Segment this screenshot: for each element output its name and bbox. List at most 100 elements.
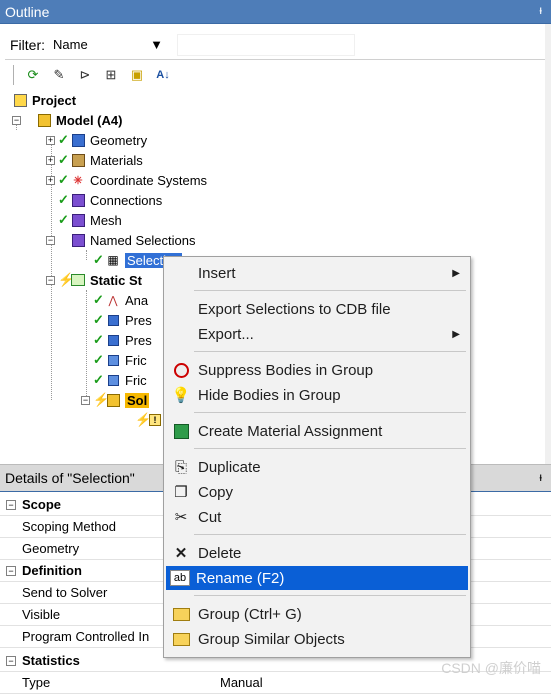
tree-item-analysis-settings[interactable]: ✓ ⋀ Ana [93, 290, 148, 310]
sort-icon[interactable]: A↓ [153, 65, 173, 85]
outline-panel-header: Outline ᵻ [0, 0, 551, 24]
tree-item-frictionless-2[interactable]: ✓ Fric [93, 370, 147, 390]
checkmark-icon: ✓ [93, 332, 104, 347]
menu-item-label: Cut [198, 508, 222, 526]
suppress-icon [170, 360, 192, 380]
checkmark-icon: ✓ [58, 212, 69, 227]
scissors-icon: ✂ [174, 509, 188, 526]
menu-item-create-material-assignment[interactable]: Create Material Assignment [166, 419, 468, 443]
folder-icon[interactable]: ▣ [127, 65, 147, 85]
tree-item-pressure-2[interactable]: ✓ Pres [93, 330, 152, 350]
menu-separator [194, 448, 466, 449]
menu-item-insert[interactable]: Insert ▶ [166, 261, 468, 285]
menu-item-label: Insert [198, 264, 236, 282]
lightning-icon: ⚡ [135, 412, 152, 427]
checkmark-icon: ✓ [93, 252, 104, 267]
details-row-label: Type [22, 675, 51, 690]
menu-item-label: Copy [198, 483, 234, 501]
tree-item-model[interactable]: − Model (A4) [12, 110, 122, 130]
tree-icon[interactable]: ⊳ [75, 65, 95, 85]
wand-icon[interactable]: ✎ [49, 65, 69, 85]
materials-icon [70, 152, 86, 168]
tree-item-pressure-1[interactable]: ✓ Pres [93, 310, 152, 330]
tree-item-frictionless-1[interactable]: ✓ Fric [93, 350, 147, 370]
collapse-icon[interactable]: − [6, 499, 16, 510]
material-assignment-icon [170, 421, 192, 441]
menu-separator [194, 351, 466, 352]
filter-bar: Filter: Name ▼ [5, 30, 545, 60]
expand-icon[interactable]: + [46, 135, 55, 145]
menu-item-export-cdb[interactable]: Export Selections to CDB file [166, 297, 468, 321]
menu-item-group-similar[interactable]: Group Similar Objects [166, 627, 468, 651]
support-icon [105, 352, 121, 368]
geometry-icon [70, 132, 86, 148]
menu-item-cut[interactable]: ✂ Cut [166, 505, 468, 529]
tree-item-label: Materials [90, 152, 143, 168]
pin-icon[interactable]: ᵻ [539, 470, 542, 484]
checkmark-icon: ✓ [93, 292, 104, 307]
collapse-icon[interactable]: − [6, 655, 16, 666]
menu-item-label: Create Material Assignment [198, 422, 383, 440]
collapse-icon[interactable]: − [46, 275, 55, 285]
analysis-settings-icon: ⋀ [108, 294, 118, 307]
menu-item-label: Group (Ctrl+ G) [198, 605, 302, 623]
pressure-icon [105, 332, 121, 348]
delete-x-icon: ✕ [174, 545, 188, 562]
pressure-icon [105, 312, 121, 328]
tree-item-label: Fric [125, 352, 147, 368]
support-icon [105, 372, 121, 388]
menu-item-duplicate[interactable]: ⎘ Duplicate [166, 455, 468, 479]
expand-icon[interactable]: + [46, 155, 55, 165]
tree-item-geometry[interactable]: + ✓ Geometry [46, 130, 147, 150]
refresh-icon[interactable]: ⟳ [23, 65, 43, 85]
menu-item-suppress-bodies[interactable]: Suppress Bodies in Group [166, 358, 468, 382]
lightning-icon: ⚡ [58, 272, 75, 287]
menu-item-delete[interactable]: ✕ Delete [166, 541, 468, 565]
collapse-icon[interactable]: − [46, 235, 55, 245]
tree-item-label: Ana [125, 292, 149, 308]
collapse-icon[interactable]: − [81, 395, 90, 405]
tree-item-label: Fric [125, 372, 147, 388]
tree-item-coordinate-systems[interactable]: + ✓ ✳ Coordinate Systems [46, 170, 207, 190]
filter-dropdown[interactable]: Name ▼ [51, 33, 169, 56]
menu-item-label: Export... [198, 325, 254, 343]
filter-search-input[interactable] [177, 33, 355, 56]
tree-item-project[interactable]: Project [12, 90, 76, 110]
checkmark-icon: ✓ [93, 312, 104, 327]
tree-item-label: Project [32, 92, 77, 108]
pin-icon[interactable]: ᵻ [539, 3, 542, 17]
solution-icon [105, 392, 121, 408]
menu-item-copy[interactable]: ❐ Copy [166, 480, 468, 504]
menu-item-label: Delete [198, 544, 242, 562]
copy-icon: ❐ [174, 484, 188, 501]
menu-item-hide-bodies[interactable]: 💡 Hide Bodies in Group [166, 383, 468, 407]
checkmark-icon: ✓ [58, 132, 69, 147]
tree-item-label: Static St [90, 272, 143, 288]
tree-item-materials[interactable]: + ✓ Materials [46, 150, 143, 170]
expand-icon[interactable]: ⊞ [101, 65, 121, 85]
tree-item-static-structural[interactable]: − ⚡ Static St [46, 270, 142, 290]
lightning-icon: ⚡ [93, 392, 110, 407]
tree-item-mesh[interactable]: ✓ Mesh [58, 210, 122, 230]
collapse-icon[interactable]: − [12, 115, 21, 125]
axes-icon: ✳ [73, 174, 83, 187]
lightbulb-icon: 💡 [171, 387, 191, 404]
info-icon: ! [147, 412, 163, 428]
collapse-icon[interactable]: − [6, 565, 16, 576]
menu-item-group[interactable]: Group (Ctrl+ G) [166, 602, 468, 626]
tree-item-label: Pres [125, 312, 152, 328]
tree-item-label: Mesh [90, 212, 122, 228]
checkmark-icon: ✓ [58, 152, 69, 167]
checkmark-icon: ✓ [58, 192, 69, 207]
tree-item-named-selections[interactable]: − Named Selections [46, 230, 196, 250]
menu-item-rename[interactable]: ab Rename (F2) [166, 566, 468, 590]
tree-item-solution[interactable]: − ⚡ Sol [81, 390, 150, 410]
checkmark-icon: ✓ [58, 172, 69, 187]
expand-icon[interactable]: + [46, 175, 55, 185]
tree-item-label: Pres [125, 332, 152, 348]
tree-item-connections[interactable]: ✓ Connections [58, 190, 162, 210]
menu-item-export[interactable]: Export... ▶ [166, 322, 468, 346]
menu-item-label: Duplicate [198, 458, 261, 476]
outline-toolbar: ⟳ ✎ ⊳ ⊞ ▣ A↓ [10, 62, 173, 88]
model-cube-icon [36, 112, 52, 128]
